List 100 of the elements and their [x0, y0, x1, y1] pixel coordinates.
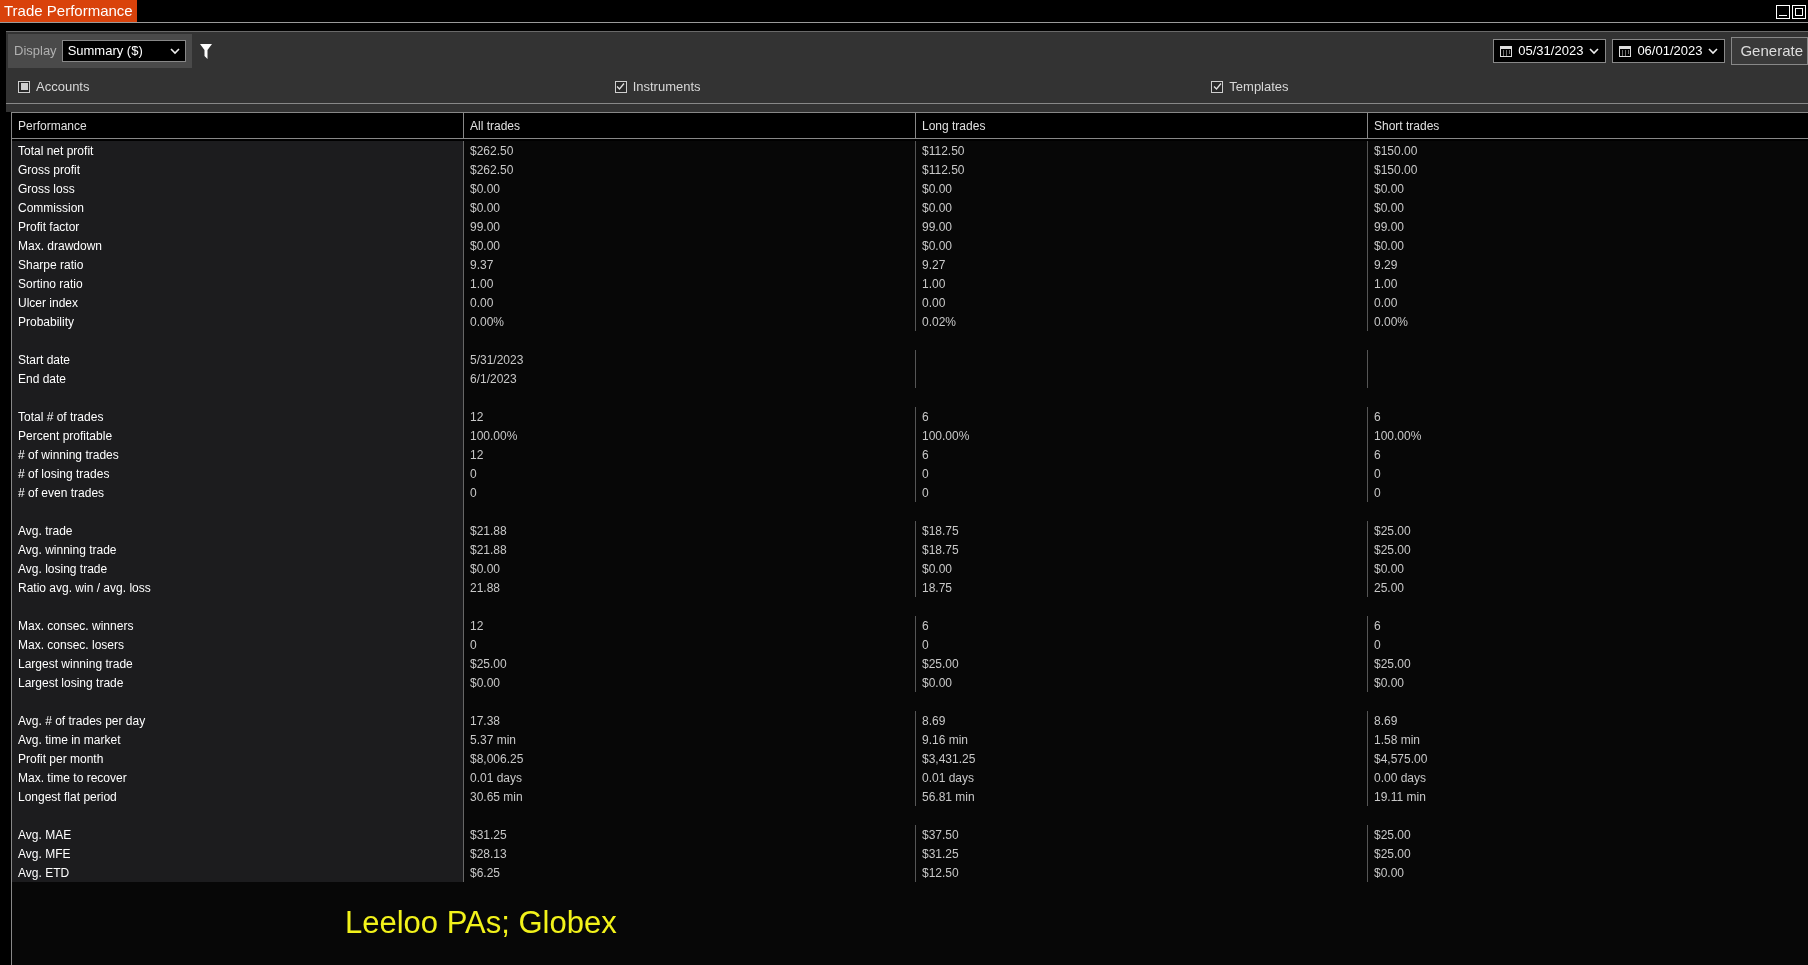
check-icon: [1212, 82, 1222, 91]
chevron-down-icon: [1708, 47, 1719, 55]
window-title: Trade Performance: [0, 0, 137, 22]
table-cell: Percent profitable: [12, 426, 464, 445]
table-cell: # of losing trades: [12, 464, 464, 483]
column-header: Short trades: [1368, 113, 1808, 138]
table-cell: 5.37 min: [464, 730, 916, 749]
table-cell: 99.00: [464, 217, 916, 236]
table-cell: $0.00: [464, 236, 916, 255]
start-date-picker[interactable]: 05/31/2023: [1493, 39, 1607, 63]
table-cell: 0.00%: [464, 312, 916, 331]
table-cell: 0: [916, 635, 1368, 654]
table-cell: Probability: [12, 312, 464, 331]
table-cell: $0.00: [916, 559, 1368, 578]
table-cell: # of even trades: [12, 483, 464, 502]
table-cell: $150.00: [1368, 141, 1808, 160]
table-cell: Avg. MFE: [12, 844, 464, 863]
table-cell: 12: [464, 445, 916, 464]
minimize-icon[interactable]: [1776, 5, 1790, 19]
table-cell: 0.01 days: [916, 768, 1368, 787]
table-cell: 0.01 days: [464, 768, 916, 787]
table-cell: Sharpe ratio: [12, 255, 464, 274]
table-cell: $25.00: [1368, 844, 1808, 863]
table-cell: $112.50: [916, 160, 1368, 179]
table-cell: Total # of trades: [12, 407, 464, 426]
table-cell: 6/1/2023: [464, 369, 916, 388]
calendar-icon: [1500, 45, 1513, 57]
table-cell: 0.00: [464, 293, 916, 312]
maximize-icon[interactable]: [1792, 5, 1806, 19]
table-cell: 12: [464, 407, 916, 426]
table-cell: 12: [464, 616, 916, 635]
table-cell: Sortino ratio: [12, 274, 464, 293]
end-date-picker[interactable]: 06/01/2023: [1612, 39, 1726, 63]
calendar-icon: [1619, 45, 1632, 57]
table-cell: $0.00: [916, 673, 1368, 692]
column-header: Performance: [12, 113, 464, 138]
filter-option[interactable]: Templates: [1211, 76, 1289, 97]
table-cell: $0.00: [464, 559, 916, 578]
table-cell: 1.00: [464, 274, 916, 293]
table-cell: 9.16 min: [916, 730, 1368, 749]
table-cell: $28.13: [464, 844, 916, 863]
table-cell: 99.00: [1368, 217, 1808, 236]
checkbox[interactable]: [1211, 80, 1224, 93]
table-cell: 5/31/2023: [464, 350, 916, 369]
table-cell: $18.75: [916, 521, 1368, 540]
table-cell: 0.00: [916, 293, 1368, 312]
table-cell: $3,431.25: [916, 749, 1368, 768]
table-cell: $31.25: [464, 825, 916, 844]
table-cell: Avg. time in market: [12, 730, 464, 749]
generate-button[interactable]: Generate: [1731, 37, 1808, 65]
table-cell: $0.00: [1368, 198, 1808, 217]
table-cell: Ulcer index: [12, 293, 464, 312]
overlay-label: Leeloo PAs; Globex: [345, 905, 617, 940]
table-cell: 56.81 min: [916, 787, 1368, 806]
table-cell: 0: [464, 464, 916, 483]
date-text: 05/31/2023: [1518, 42, 1584, 61]
table-cell: 17.38: [464, 711, 916, 730]
table-cell: $0.00: [1368, 559, 1808, 578]
table-cell: Avg. MAE: [12, 825, 464, 844]
table-cell: $0.00: [1368, 673, 1808, 692]
checkbox-label: Instruments: [632, 77, 701, 96]
filter-icon[interactable]: [199, 43, 212, 59]
display-dropdown[interactable]: Summary ($): [61, 40, 186, 62]
table-cell: $0.00: [464, 198, 916, 217]
table-cell: Avg. ETD: [12, 863, 464, 882]
table-cell: 1.00: [916, 274, 1368, 293]
table-cell: $0.00: [464, 673, 916, 692]
filter-option[interactable]: Instruments: [614, 76, 701, 97]
table-cell: Commission: [12, 198, 464, 217]
table-cell: 0: [1368, 635, 1808, 654]
table-cell: Avg. # of trades per day: [12, 711, 464, 730]
table-cell: 30.65 min: [464, 787, 916, 806]
table-cell: 100.00%: [916, 426, 1368, 445]
table-cell: 100.00%: [464, 426, 916, 445]
table-cell: 0.02%: [916, 312, 1368, 331]
table-cell: Ratio avg. win / avg. loss: [12, 578, 464, 597]
table-cell: $25.00: [916, 654, 1368, 673]
table-cell: $0.00: [916, 198, 1368, 217]
table-cell: 6: [916, 445, 1368, 464]
table-cell: End date: [12, 369, 464, 388]
table-cell: Profit per month: [12, 749, 464, 768]
table-cell: $262.50: [464, 160, 916, 179]
table-cell: # of winning trades: [12, 445, 464, 464]
table-cell: Max. consec. losers: [12, 635, 464, 654]
table-cell: Max. time to recover: [12, 768, 464, 787]
table-cell: 0: [916, 483, 1368, 502]
table-cell: $0.00: [1368, 179, 1808, 198]
table-cell: Largest winning trade: [12, 654, 464, 673]
table-cell: 9.37: [464, 255, 916, 274]
checkbox[interactable]: [614, 80, 627, 93]
display-label: Display: [14, 42, 57, 61]
table-cell: Largest losing trade: [12, 673, 464, 692]
checkbox-label: Accounts: [36, 77, 90, 96]
table-cell: $112.50: [916, 141, 1368, 160]
table-cell: Profit factor: [12, 217, 464, 236]
table-cell: $18.75: [916, 540, 1368, 559]
filter-option[interactable]: Accounts: [18, 76, 90, 97]
table-cell: Gross profit: [12, 160, 464, 179]
chevron-down-icon: [1589, 47, 1600, 55]
table-cell: 6: [916, 616, 1368, 635]
